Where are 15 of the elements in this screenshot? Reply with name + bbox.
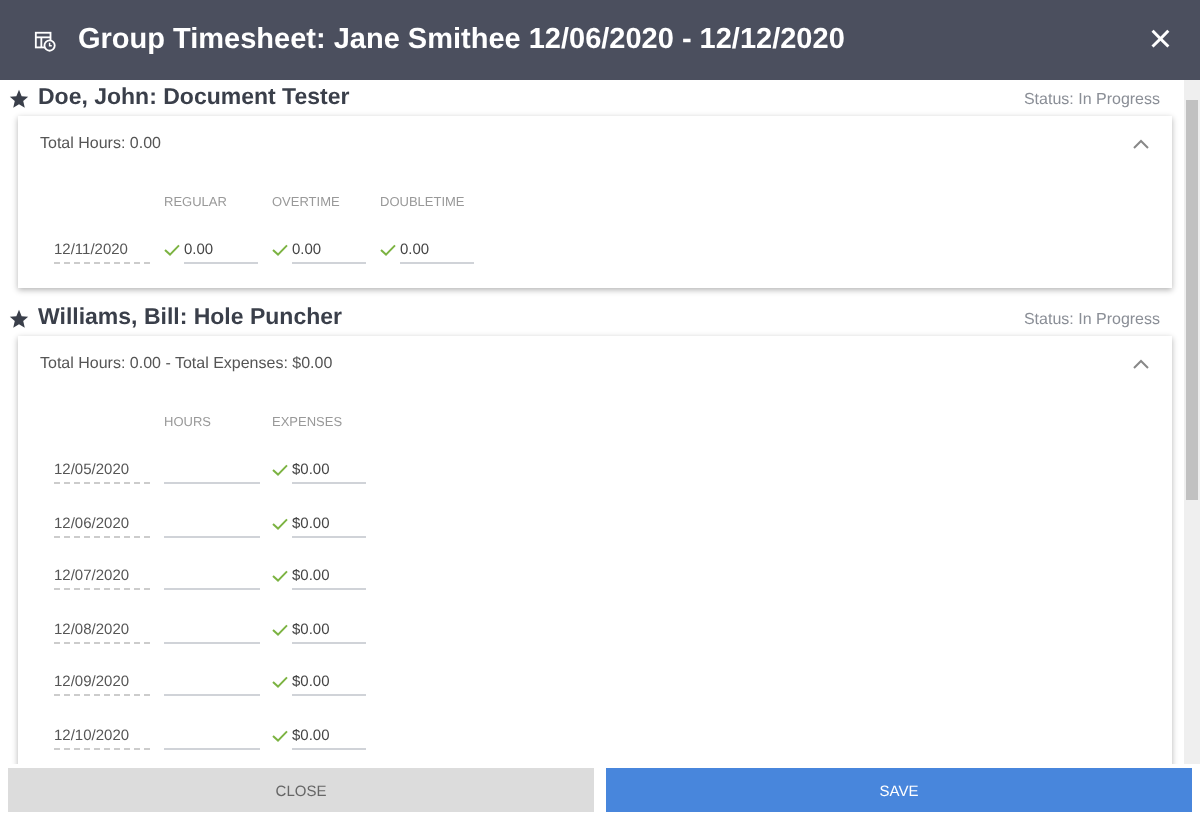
- close-button[interactable]: ×: [1148, 20, 1172, 60]
- chevron-icon[interactable]: [1132, 137, 1150, 149]
- calendar-clock-icon: [34, 29, 56, 51]
- status-label: Status: In Progress: [1023, 309, 1160, 327]
- status-label: Status: In Progress: [1023, 89, 1160, 107]
- star-icon[interactable]: [8, 307, 30, 329]
- total-summary: Total Hours: 0.00: [40, 134, 161, 152]
- employee-name: Williams, Bill: Hole Puncher: [38, 306, 344, 330]
- star-icon[interactable]: [8, 87, 30, 109]
- chevron-icon[interactable]: [1132, 357, 1150, 369]
- scrollbar[interactable]: [1184, 80, 1200, 764]
- total-summary: Total Hours: 0.00 - Total Expenses: $0.00: [40, 354, 333, 372]
- employee-name: Doe, John: Document Tester: [38, 86, 352, 110]
- window-title: Group Timesheet: Jane Smithee 12/06/2020 - 12/12/2020: [78, 24, 847, 56]
- scrollbar-thumb[interactable]: [1186, 100, 1198, 500]
